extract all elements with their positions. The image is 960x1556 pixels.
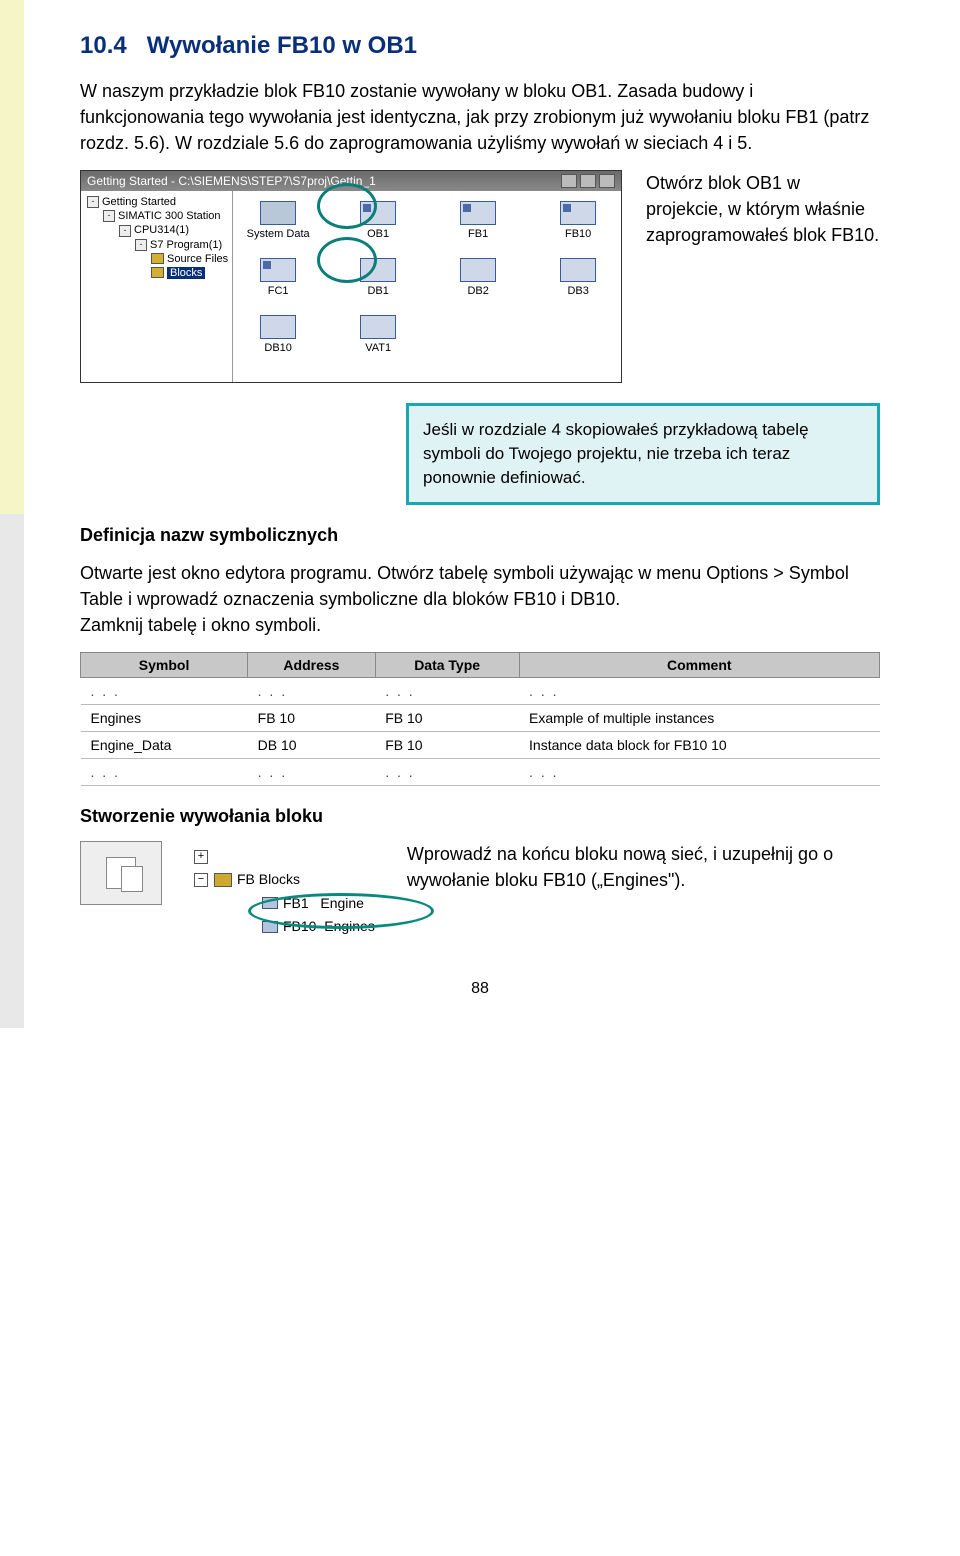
table-row: . . . . . . . . . . . .	[81, 677, 880, 704]
create-call-heading: Stworzenie wywołania bloku	[80, 806, 880, 827]
tree-program[interactable]: S7 Program(1)	[150, 239, 222, 251]
col-symbol: Symbol	[81, 652, 248, 677]
table-row: Engines FB 10 FB 10 Example of multiple …	[81, 704, 880, 731]
editor-icon	[80, 841, 162, 905]
block-vat1[interactable]: VAT1	[343, 315, 413, 354]
symbol-table: Symbol Address Data Type Comment . . . .…	[80, 652, 880, 786]
block-db3[interactable]: DB3	[543, 258, 613, 297]
block-fb10[interactable]: FB10	[543, 201, 613, 240]
col-datatype: Data Type	[375, 652, 519, 677]
block-icon	[262, 897, 278, 909]
table-row: Engine_Data DB 10 FB 10 Instance data bl…	[81, 731, 880, 758]
left-margin-bar	[0, 0, 24, 1028]
callout-text: Jeśli w rozdziale 4 skopiowałeś przykład…	[423, 420, 809, 487]
section-title: 10.4 Wywołanie FB10 w OB1	[80, 32, 880, 60]
tree-station[interactable]: SIMATIC 300 Station	[118, 210, 221, 222]
block-fc1[interactable]: FC1	[243, 258, 313, 297]
minimize-icon[interactable]	[561, 174, 577, 188]
section-number: 10.4	[80, 32, 127, 59]
open-ob1-instruction: Otwórz blok OB1 w projekcie, w którym wł…	[646, 170, 880, 248]
section-title-text: Wywołanie FB10 w OB1	[147, 32, 417, 59]
window-buttons[interactable]	[561, 174, 615, 188]
window-titlebar: Getting Started - C:\SIEMENS\STEP7\S7pro…	[81, 171, 621, 191]
block-ob1[interactable]: OB1	[343, 201, 413, 240]
block-system-data[interactable]: System Data	[243, 201, 313, 240]
close-icon[interactable]	[599, 174, 615, 188]
tree-cpu[interactable]: CPU314(1)	[134, 224, 189, 236]
intro-paragraph: W naszym przykładzie blok FB10 zostanie …	[80, 78, 880, 156]
table-row: . . . . . . . . . . . .	[81, 758, 880, 785]
project-block-list[interactable]: System Data OB1 FB1 FB10 FC1 DB1 DB2 DB3…	[233, 191, 623, 382]
tree-sources[interactable]: Source Files	[167, 253, 228, 265]
block-db10[interactable]: DB10	[243, 315, 313, 354]
folder-icon	[214, 873, 232, 887]
block-fb1[interactable]: FB1	[443, 201, 513, 240]
col-address: Address	[248, 652, 376, 677]
block-db2[interactable]: DB2	[443, 258, 513, 297]
window-title-text: Getting Started - C:\SIEMENS\STEP7\S7pro…	[87, 174, 376, 188]
definition-paragraph: Otwarte jest okno edytora programu. Otwó…	[80, 560, 880, 638]
definition-heading: Definicja nazw symbolicznych	[80, 525, 880, 546]
project-window: Getting Started - C:\SIEMENS\STEP7\S7pro…	[80, 170, 622, 383]
create-call-instruction: Wprowadź na końcu bloku nową sieć, i uzu…	[407, 841, 880, 893]
tree-root[interactable]: Getting Started	[102, 196, 176, 208]
block-db1[interactable]: DB1	[343, 258, 413, 297]
tree-blocks[interactable]: Blocks	[167, 267, 205, 279]
maximize-icon[interactable]	[580, 174, 596, 188]
project-tree[interactable]: -Getting Started -SIMATIC 300 Station -C…	[81, 191, 233, 382]
callout-box: Jeśli w rozdziale 4 skopiowałeś przykład…	[406, 403, 880, 504]
col-comment: Comment	[519, 652, 879, 677]
page-number: 88	[80, 980, 880, 998]
block-icon	[262, 921, 278, 933]
fb-blocks-tree[interactable]: + −FB Blocks FB1 Engine FB10 Engines	[188, 841, 381, 946]
